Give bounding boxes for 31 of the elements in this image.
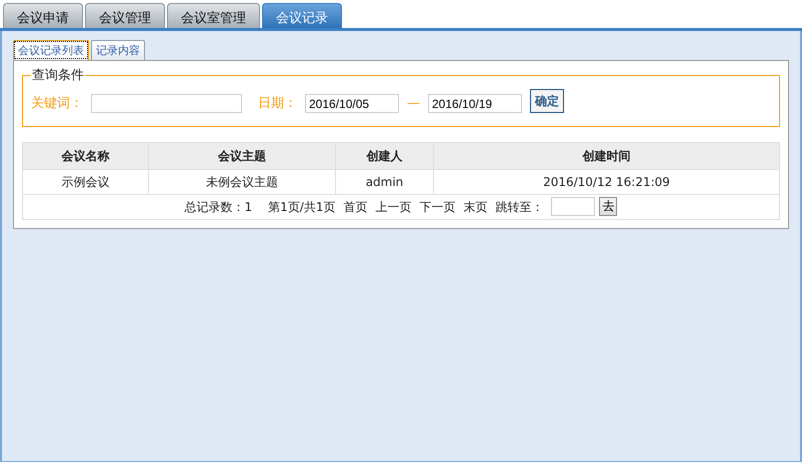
tab[interactable]: 会议室管理	[167, 3, 260, 28]
column-header: 创建时间	[434, 142, 780, 169]
table-cell: 示例会议	[22, 169, 148, 194]
group-legend: 查询条件	[31, 69, 85, 82]
jump-label: 跳转至：	[495, 198, 544, 216]
column-header: 会议名称	[22, 142, 148, 169]
tab[interactable]: 会议管理	[85, 3, 165, 28]
keyword-field[interactable]	[91, 94, 242, 114]
pager-link[interactable]: 上一页	[375, 198, 412, 216]
go-button[interactable]: 去	[599, 197, 618, 216]
sub-tab[interactable]: 记录内容	[91, 40, 145, 60]
table-cell: admin	[336, 169, 434, 194]
keyword-label: 关键词：	[31, 95, 83, 113]
pager-link[interactable]: 末页	[463, 198, 488, 216]
range-separator: —	[407, 95, 420, 113]
pager-link[interactable]: 下一页	[419, 198, 456, 216]
table-cell: 未例会议主题	[148, 169, 336, 194]
sub-tab[interactable]: 会议记录列表	[13, 40, 89, 60]
table-cell: 2016/10/12 16:21:09	[434, 169, 780, 194]
end-date-field[interactable]: 2016/10/19	[428, 94, 522, 114]
date-label: 日期：	[258, 95, 297, 113]
column-header: 会议主题	[148, 142, 336, 169]
confirm-button[interactable]: 确定	[530, 88, 564, 113]
page-info: 第1页/共1页	[268, 198, 336, 216]
page-field[interactable]	[551, 197, 596, 216]
record-count: 总记录数：1	[184, 198, 252, 216]
column-header: 创建人	[336, 142, 434, 169]
pager-link[interactable]: 首页	[343, 198, 368, 216]
tab[interactable]: 会议申请	[3, 3, 83, 28]
start-date-field[interactable]: 2016/10/05	[305, 94, 399, 114]
tab[interactable]: 会议记录	[262, 3, 342, 28]
